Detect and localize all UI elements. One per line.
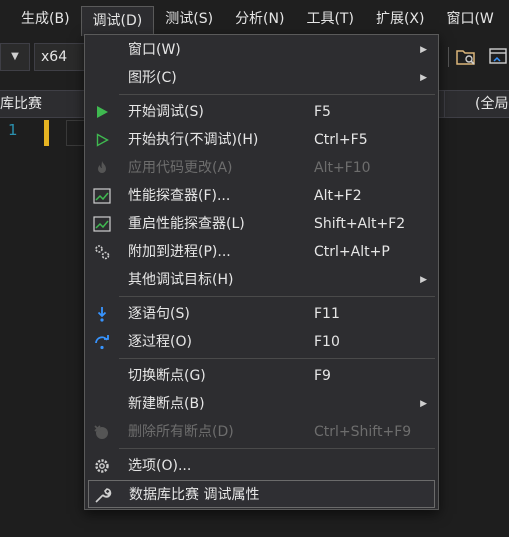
gear-icon (93, 457, 111, 475)
menu-item-shortcut: Ctrl+Alt+P (314, 244, 390, 260)
menu-item-step-into[interactable]: 逐语句(S) F11 (86, 300, 437, 328)
menu-item-shortcut: F5 (314, 104, 331, 120)
menu-item-label: 逐过程(O) (128, 334, 192, 350)
menu-item-other-debug-targets[interactable]: 其他调试目标(H) ▶ (86, 266, 437, 294)
wrench-icon (94, 486, 112, 504)
performance-chart-icon (93, 215, 111, 233)
menu-item-new-breakpoint[interactable]: 新建断点(B) ▶ (86, 390, 437, 418)
menu-item-options[interactable]: 选项(O)... (86, 452, 437, 480)
menu-item-shortcut: Alt+F10 (314, 160, 371, 176)
menu-item-label: 删除所有断点(D) (128, 424, 234, 440)
menu-item-label: 附加到进程(P)... (128, 244, 231, 260)
menu-item-windows[interactable]: 窗口(W) ▶ (86, 36, 437, 64)
menu-separator (119, 94, 435, 95)
gears-icon (93, 243, 111, 261)
menu-build[interactable]: 生成(B) (10, 6, 81, 32)
menu-item-shortcut: Alt+F2 (314, 188, 362, 204)
current-line-highlight (66, 120, 86, 146)
submenu-arrow-icon: ▶ (420, 275, 427, 285)
menu-bar: 生成(B) 调试(D) 测试(S) 分析(N) 工具(T) 扩展(X) 窗口(W (0, 0, 509, 38)
menu-item-label: 选项(O)... (128, 458, 192, 474)
menu-item-shortcut: F10 (314, 334, 340, 350)
submenu-arrow-icon: ▶ (420, 399, 427, 409)
scope-label: (全局 (475, 96, 509, 112)
line-number: 1 (8, 121, 18, 139)
menu-item-shortcut: Ctrl+Shift+F9 (314, 424, 412, 440)
menu-item-attach-to-process[interactable]: 附加到进程(P)... Ctrl+Alt+P (86, 238, 437, 266)
menu-item-toggle-breakpoint[interactable]: 切换断点(G) F9 (86, 362, 437, 390)
menu-item-debug-properties[interactable]: 数据库比赛 调试属性 (88, 480, 435, 508)
menu-item-label: 图形(C) (128, 70, 177, 86)
menu-separator (119, 358, 435, 359)
menu-item-label: 其他调试目标(H) (128, 272, 234, 288)
menu-item-apply-code-changes: 应用代码更改(A) Alt+F10 (86, 154, 437, 182)
submenu-arrow-icon: ▶ (420, 45, 427, 55)
menu-item-label: 逐语句(S) (128, 306, 190, 322)
menu-item-label: 窗口(W) (128, 42, 181, 58)
play-filled-icon (93, 103, 111, 121)
menu-item-shortcut: Shift+Alt+F2 (314, 216, 406, 232)
menu-item-label: 重启性能探查器(L) (128, 216, 245, 232)
change-indicator (44, 120, 49, 146)
window-layout-icon[interactable] (488, 46, 509, 68)
menu-item-label: 新建断点(B) (128, 396, 205, 412)
chevron-down-icon: ▼ (11, 51, 19, 62)
menu-item-start-debugging[interactable]: 开始调试(S) F5 (86, 98, 437, 126)
toolbar-separator (448, 47, 449, 67)
menu-item-delete-all-breakpoints: 删除所有断点(D) Ctrl+Shift+F9 (86, 418, 437, 446)
menu-item-shortcut: F11 (314, 306, 340, 322)
play-outline-icon (93, 131, 111, 149)
menu-item-step-over[interactable]: 逐过程(O) F10 (86, 328, 437, 356)
submenu-arrow-icon: ▶ (420, 73, 427, 83)
scope-dropdown[interactable]: (全局 (444, 91, 509, 118)
debug-menu: 窗口(W) ▶ 图形(C) ▶ 开始调试(S) F5 开始执行(不调试)(H) … (84, 34, 439, 510)
flame-icon (93, 159, 111, 177)
menu-item-label: 性能探查器(F)... (128, 188, 231, 204)
document-tab[interactable]: 库比赛 (0, 91, 42, 118)
menu-item-relaunch-profiler[interactable]: 重启性能探查器(L) Shift+Alt+F2 (86, 210, 437, 238)
menu-item-label: 数据库比赛 调试属性 (129, 487, 260, 503)
menu-item-performance-profiler[interactable]: 性能探查器(F)... Alt+F2 (86, 182, 437, 210)
menu-analyze[interactable]: 分析(N) (224, 6, 295, 32)
menu-separator (119, 448, 435, 449)
menu-item-graphics[interactable]: 图形(C) ▶ (86, 64, 437, 92)
menu-window[interactable]: 窗口(W (435, 6, 504, 32)
menu-item-shortcut: Ctrl+F5 (314, 132, 368, 148)
platform-value: x64 (41, 49, 68, 65)
step-into-icon (93, 305, 111, 323)
performance-chart-icon (93, 187, 111, 205)
menu-item-label: 应用代码更改(A) (128, 160, 233, 176)
folder-search-icon[interactable] (455, 46, 477, 68)
menu-item-label: 开始调试(S) (128, 104, 204, 120)
menu-tools[interactable]: 工具(T) (295, 6, 364, 32)
menu-item-start-without-debugging[interactable]: 开始执行(不调试)(H) Ctrl+F5 (86, 126, 437, 154)
menu-item-shortcut: F9 (314, 368, 331, 384)
menu-extensions[interactable]: 扩展(X) (365, 6, 436, 32)
menu-separator (119, 296, 435, 297)
menu-item-label: 切换断点(G) (128, 368, 206, 384)
delete-breakpoints-icon (93, 423, 111, 441)
menu-test[interactable]: 测试(S) (154, 6, 224, 32)
menu-debug[interactable]: 调试(D) (80, 6, 155, 36)
menu-item-label: 开始执行(不调试)(H) (128, 132, 259, 148)
step-over-icon (93, 333, 111, 351)
configuration-dropdown[interactable]: ▼ (0, 43, 30, 71)
document-tab-label: 库比赛 (0, 96, 42, 112)
